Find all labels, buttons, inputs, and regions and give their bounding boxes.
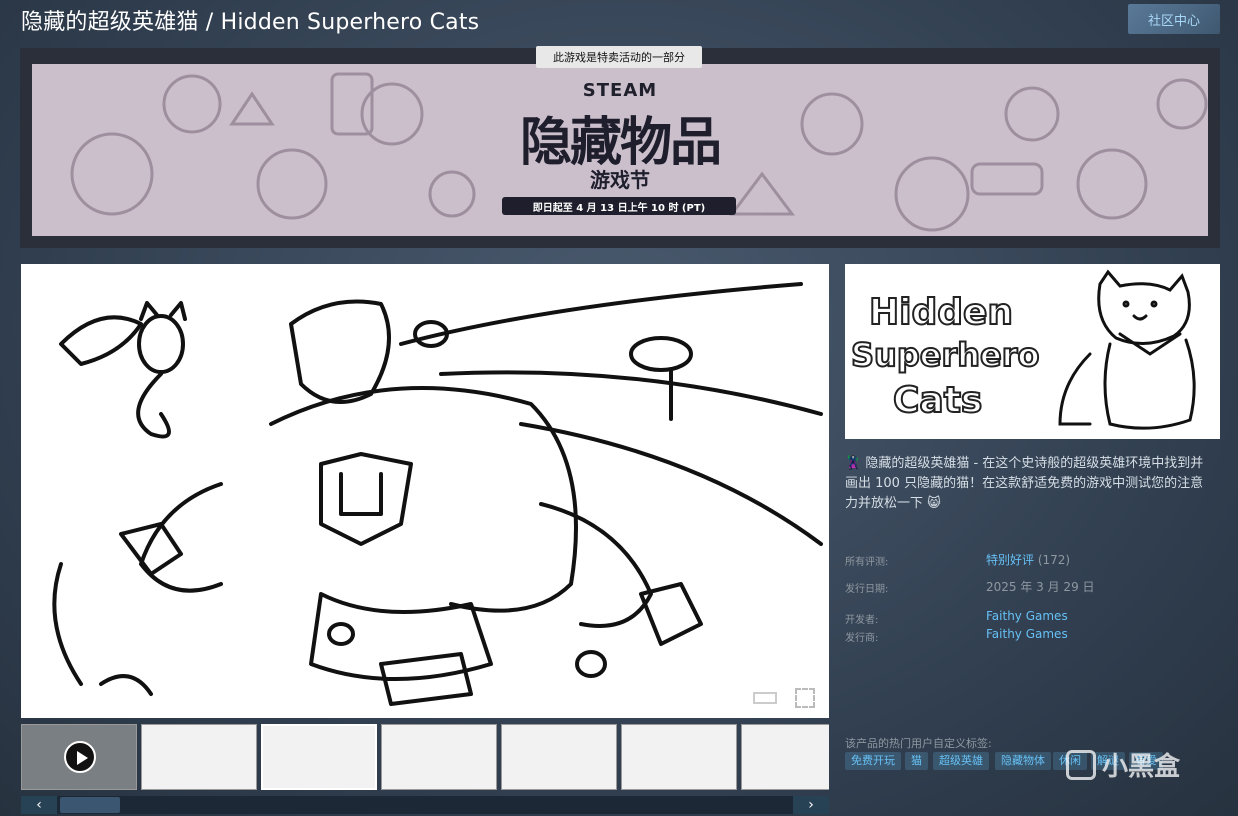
tags-label: 该产品的热门用户自定义标签: xyxy=(845,737,992,750)
steam-wordmark: STEAM xyxy=(582,80,658,101)
community-hub-button[interactable]: 社区中心 xyxy=(1128,4,1220,34)
fullscreen-icon[interactable] xyxy=(795,688,815,708)
sale-event-tag: 此游戏是特卖活动的一部分 xyxy=(536,46,702,68)
tag-item[interactable]: 隐藏物体 xyxy=(995,752,1051,770)
publisher-label: 发行商: xyxy=(845,633,879,644)
capsule-title-line-1: Hidden xyxy=(868,291,1014,334)
watermark-logo-icon xyxy=(1066,749,1096,780)
capsule-title-line-2: Superhero xyxy=(850,335,1040,375)
reviews-value[interactable]: 特别好评 xyxy=(986,553,1034,567)
game-description: 🦹 隐藏的超级英雄猫 - 在这个史诗般的超级英雄环境中找到并画出 100 只隐藏… xyxy=(845,456,1204,511)
tag-item[interactable]: 超级英雄 xyxy=(933,752,989,770)
watermark-text: 小黑盒 xyxy=(1102,752,1181,782)
fest-subtitle: 游戏节 xyxy=(590,168,650,192)
thumbnail-scrollbar[interactable] xyxy=(21,796,829,814)
screenshot-thumbnail[interactable] xyxy=(141,724,257,790)
fest-date: 即日起至 4 月 13 日上午 10 时 (PT) xyxy=(502,197,736,215)
release-date-label: 发行日期: xyxy=(845,584,889,595)
developer-label: 开发者: xyxy=(845,615,879,626)
capsule-title-line-3: Cats xyxy=(892,379,983,422)
cat-mascot xyxy=(1058,269,1196,430)
tag-item[interactable]: 免费开玩 xyxy=(845,752,901,770)
watermark: 小黑盒 xyxy=(1066,746,1180,783)
thumbnail-strip xyxy=(21,724,829,792)
reviews-label: 所有评测: xyxy=(845,557,889,568)
play-icon xyxy=(64,741,96,773)
scrollbar-thumb[interactable] xyxy=(60,797,120,813)
screenshot-thumbnail[interactable] xyxy=(261,724,377,790)
video-thumbnail[interactable] xyxy=(21,724,137,790)
screenshot-thumbnail[interactable] xyxy=(741,724,829,790)
window-mode-icon[interactable] xyxy=(753,692,777,704)
scroll-left-button[interactable]: ‹ xyxy=(21,796,57,814)
scroll-right-button[interactable]: › xyxy=(793,796,829,814)
game-capsule-image: Hidden Superhero Cats xyxy=(845,264,1220,439)
reviews-count: (172) xyxy=(1037,553,1071,567)
main-screenshot[interactable] xyxy=(21,264,829,718)
developer-link[interactable]: Faithy Games xyxy=(986,609,1068,623)
publisher-link[interactable]: Faithy Games xyxy=(986,627,1068,641)
superhero-illustration xyxy=(52,282,823,706)
screenshot-thumbnail[interactable] xyxy=(621,724,737,790)
tag-item[interactable]: 猫 xyxy=(905,752,928,770)
screenshot-thumbnail[interactable] xyxy=(381,724,497,790)
page-title: 隐藏的超级英雄猫 / Hidden Superhero Cats xyxy=(21,10,480,35)
screenshot-thumbnail[interactable] xyxy=(501,724,617,790)
reviews-summary[interactable]: 特别好评 (172) xyxy=(986,551,1070,568)
release-date-value: 2025 年 3 月 29 日 xyxy=(986,580,1095,594)
